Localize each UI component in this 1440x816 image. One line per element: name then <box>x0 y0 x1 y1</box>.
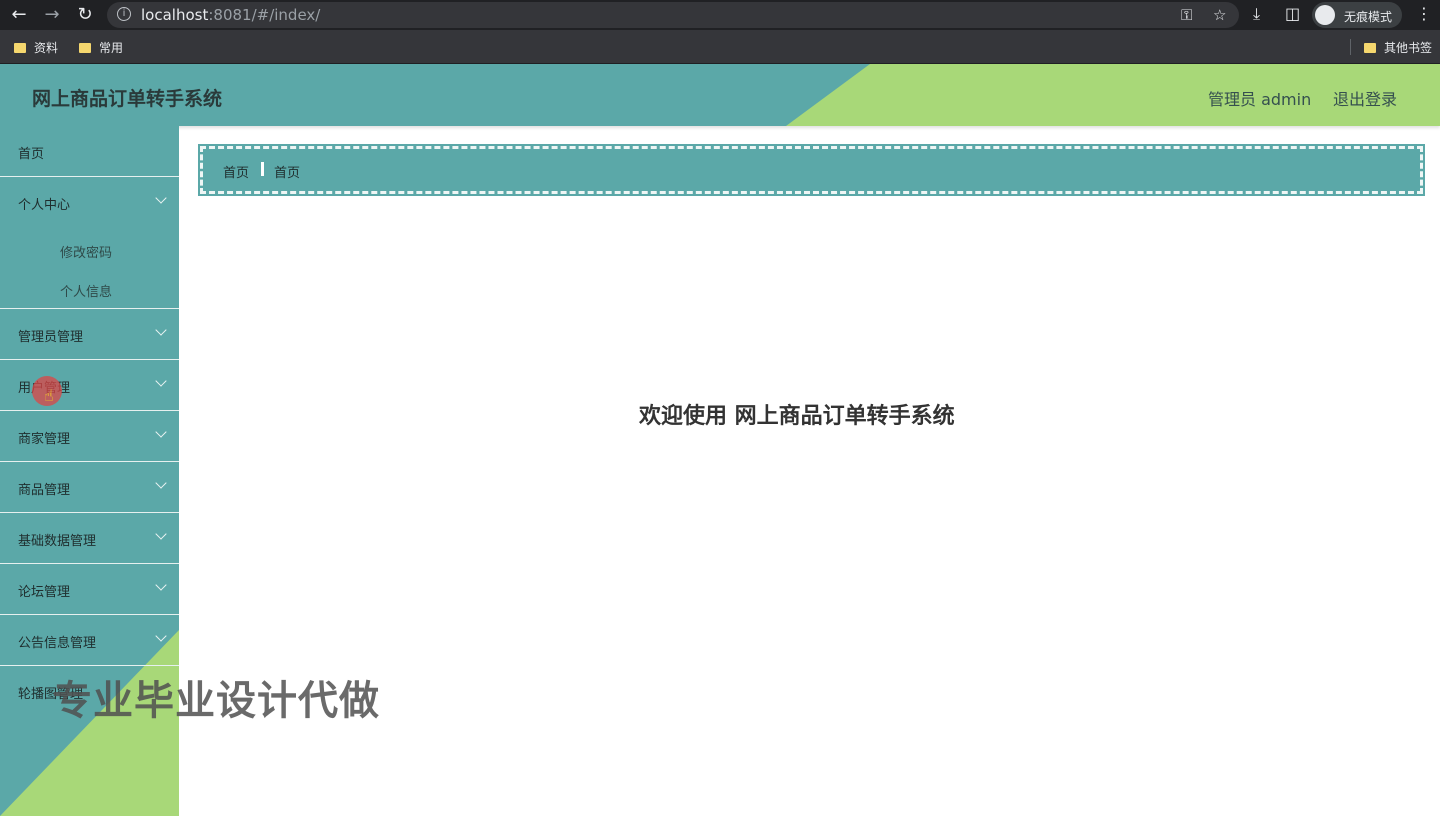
other-bookmarks[interactable]: 其他书签 <box>1364 39 1432 56</box>
folder-icon <box>1364 43 1376 53</box>
breadcrumb-item[interactable]: 首页 <box>223 162 249 181</box>
chevron-down-icon <box>155 426 167 438</box>
chevron-down-icon <box>155 579 167 591</box>
sidebar-item-label: 首页 <box>18 147 45 162</box>
sidebar-item-forum-management[interactable]: 论坛管理 <box>0 564 179 615</box>
app-title: 网上商品订单转手系统 <box>32 88 223 110</box>
bookmark-folder[interactable]: 资料 <box>14 39 58 56</box>
divider <box>1350 39 1351 55</box>
back-icon[interactable]: ← <box>8 4 30 26</box>
chevron-down-icon <box>155 630 167 642</box>
star-icon[interactable]: ☆ <box>1213 6 1226 24</box>
sidebar-subitem-label: 个人信息 <box>60 285 113 300</box>
sidebar-item-basic-data-management[interactable]: 基础数据管理 <box>0 513 179 564</box>
sidebar-menu: 首页 个人中心 修改密码 个人信息 管理员管理 用户管理 商家管理 商品管理 <box>0 126 179 717</box>
breadcrumb-item-current: 首页 <box>274 166 301 181</box>
chevron-down-icon <box>155 192 167 204</box>
bookmark-folder[interactable]: 常用 <box>79 39 123 56</box>
folder-icon <box>79 43 91 53</box>
sidebar-item-label: 商家管理 <box>18 432 71 447</box>
sidebar-item-label: 基础数据管理 <box>18 534 97 549</box>
chevron-down-icon <box>155 324 167 336</box>
sidebar-item-admin-management[interactable]: 管理员管理 <box>0 309 179 360</box>
breadcrumb-separator <box>261 162 264 176</box>
hand-cursor-icon: ☝ <box>44 386 54 405</box>
key-icon[interactable]: ⚿ <box>1181 6 1192 24</box>
app-header: 网上商品订单转手系统 管理员 admin 退出登录 <box>0 64 1440 126</box>
incognito-label: 无痕模式 <box>1344 10 1393 24</box>
sidebar-item-announcement-management[interactable]: 公告信息管理 <box>0 615 179 666</box>
sidebar-item-label: 公告信息管理 <box>18 636 97 651</box>
sidebar-item-label: 管理员管理 <box>18 330 84 345</box>
reload-icon[interactable]: ↻ <box>74 4 96 26</box>
breadcrumb: 首页 首页 <box>198 144 1425 196</box>
sidebar-item-user-management[interactable]: 用户管理 <box>0 360 179 411</box>
chevron-down-icon <box>155 528 167 540</box>
sidebar-item-merchant-management[interactable]: 商家管理 <box>0 411 179 462</box>
chevron-down-icon <box>155 477 167 489</box>
sidebar-subitem-profile[interactable]: 个人信息 <box>0 273 179 308</box>
address-bar[interactable]: i localhost:8081/#/index/ ⚿ ☆ <box>107 2 1239 28</box>
sidebar-item-personal-center[interactable]: 个人中心 <box>0 177 179 228</box>
sidebar-item-label: 论坛管理 <box>18 585 71 600</box>
folder-icon <box>14 43 26 53</box>
watermark-text: 专业毕业设计代做 <box>52 678 380 724</box>
chevron-down-icon <box>155 375 167 387</box>
forward-icon[interactable]: → <box>41 4 63 26</box>
incognito-badge[interactable]: 无痕模式 <box>1312 2 1402 28</box>
download-icon[interactable]: ⤓ <box>1253 4 1260 24</box>
sidebar-icon[interactable]: ◫ <box>1285 4 1300 23</box>
browser-toolbar: ← → ↻ i localhost:8081/#/index/ ⚿ ☆ ⤓ ◫ … <box>0 0 1440 30</box>
submenu-personal-center: 修改密码 个人信息 <box>0 228 179 309</box>
sidebar-item-home[interactable]: 首页 <box>0 126 179 177</box>
sidebar-item-product-management[interactable]: 商品管理 <box>0 462 179 513</box>
welcome-message: 欢迎使用 网上商品订单转手系统 <box>639 404 955 429</box>
more-icon[interactable]: ⋮ <box>1416 4 1432 23</box>
sidebar-item-label: 商品管理 <box>18 483 71 498</box>
bookmarks-bar: 资料 常用 其他书签 <box>0 30 1440 64</box>
logout-button[interactable]: 退出登录 <box>1333 86 1397 110</box>
sidebar-subitem-change-password[interactable]: 修改密码 <box>0 228 179 273</box>
url-text[interactable]: localhost:8081/#/index/ <box>141 6 320 24</box>
info-icon[interactable]: i <box>117 7 131 21</box>
sidebar-subitem-label: 修改密码 <box>60 246 113 261</box>
current-user: 管理员 admin <box>1208 90 1312 109</box>
incognito-icon <box>1315 5 1335 25</box>
sidebar-item-label: 个人中心 <box>18 198 71 213</box>
